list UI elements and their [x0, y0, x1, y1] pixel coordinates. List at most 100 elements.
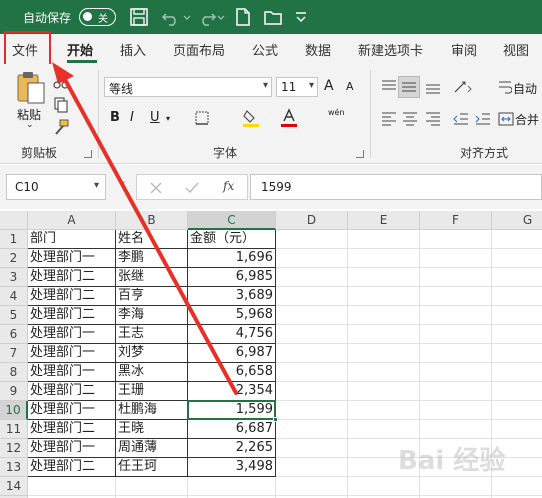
- empty-cell[interactable]: [420, 477, 492, 496]
- table-cell[interactable]: 4,756: [188, 325, 276, 344]
- table-cell[interactable]: 2,354: [188, 382, 276, 401]
- empty-cell[interactable]: [348, 401, 420, 420]
- empty-cell[interactable]: [276, 363, 348, 382]
- empty-cell[interactable]: [276, 439, 348, 458]
- empty-cell[interactable]: [420, 325, 492, 344]
- align-right-icon[interactable]: [424, 110, 442, 128]
- italic-button[interactable]: I: [130, 110, 134, 125]
- empty-cell[interactable]: [276, 401, 348, 420]
- empty-cell[interactable]: [492, 287, 542, 306]
- empty-cell[interactable]: [492, 420, 542, 439]
- row-header-6[interactable]: 6: [0, 325, 28, 344]
- fill-color-icon[interactable]: [242, 108, 260, 128]
- tab-review[interactable]: 审阅: [451, 40, 477, 59]
- paste-dropdown-icon[interactable]: ⌄: [26, 120, 34, 130]
- row-header-2[interactable]: 2: [0, 249, 28, 268]
- name-box[interactable]: C10 ▾: [6, 174, 106, 200]
- empty-cell[interactable]: [492, 325, 542, 344]
- row-header-8[interactable]: 8: [0, 363, 28, 382]
- table-cell[interactable]: 5,968: [188, 306, 276, 325]
- empty-cell[interactable]: [492, 382, 542, 401]
- empty-cell[interactable]: [348, 268, 420, 287]
- format-painter-icon[interactable]: [52, 118, 70, 136]
- table-cell[interactable]: 处理部门一: [28, 439, 116, 458]
- table-cell[interactable]: 6,985: [188, 268, 276, 287]
- merge-center-icon[interactable]: [498, 110, 514, 128]
- table-cell[interactable]: 百亨: [116, 287, 188, 306]
- empty-cell[interactable]: [348, 420, 420, 439]
- column-header-g[interactable]: G: [492, 211, 542, 230]
- align-left-icon[interactable]: [380, 110, 398, 128]
- row-header-5[interactable]: 5: [0, 306, 28, 325]
- empty-cell[interactable]: [348, 325, 420, 344]
- wrap-text-icon[interactable]: [498, 78, 512, 96]
- row-header-3[interactable]: 3: [0, 268, 28, 287]
- column-header-e[interactable]: E: [348, 211, 420, 230]
- empty-cell[interactable]: [492, 401, 542, 420]
- empty-cell[interactable]: [276, 458, 348, 477]
- underline-button[interactable]: U: [150, 110, 160, 125]
- empty-cell[interactable]: [420, 306, 492, 325]
- column-header-b[interactable]: B: [116, 211, 188, 230]
- phonetic-guide-button[interactable]: wén: [328, 108, 345, 117]
- align-center-icon[interactable]: [401, 110, 419, 128]
- row-header-13[interactable]: 13: [0, 458, 28, 477]
- new-file-icon[interactable]: [232, 6, 254, 28]
- table-cell[interactable]: 处理部门二: [28, 306, 116, 325]
- customize-toolbar-icon[interactable]: [290, 6, 312, 28]
- table-cell[interactable]: 处理部门二: [28, 268, 116, 287]
- copy-icon[interactable]: [52, 96, 70, 114]
- empty-cell[interactable]: [492, 363, 542, 382]
- table-cell[interactable]: 3,689: [188, 287, 276, 306]
- decrease-indent-icon[interactable]: [452, 110, 470, 128]
- orientation-icon[interactable]: [452, 78, 474, 96]
- row-header-10[interactable]: 10: [0, 401, 28, 420]
- empty-cell[interactable]: [420, 249, 492, 268]
- empty-cell[interactable]: [492, 268, 542, 287]
- font-name-combo[interactable]: 等线 ▾: [104, 77, 272, 97]
- row-header-9[interactable]: 9: [0, 382, 28, 401]
- empty-cell[interactable]: [348, 363, 420, 382]
- row-header-11[interactable]: 11: [0, 420, 28, 439]
- table-cell[interactable]: 王志: [116, 325, 188, 344]
- empty-cell[interactable]: [420, 382, 492, 401]
- empty-cell[interactable]: [116, 477, 188, 496]
- resize-handle-icon[interactable]: ⋮: [118, 179, 130, 193]
- tab-view[interactable]: 视图: [503, 40, 529, 59]
- table-cell[interactable]: 处理部门一: [28, 363, 116, 382]
- tab-home[interactable]: 开始: [67, 40, 93, 59]
- select-all-corner[interactable]: [0, 211, 28, 230]
- empty-cell[interactable]: [420, 344, 492, 363]
- enter-icon[interactable]: [185, 181, 199, 195]
- shrink-font-button[interactable]: A: [346, 80, 354, 93]
- row-header-14[interactable]: 14: [0, 477, 28, 496]
- empty-cell[interactable]: [420, 420, 492, 439]
- empty-cell[interactable]: [420, 287, 492, 306]
- tab-formulas[interactable]: 公式: [252, 40, 278, 59]
- undo-icon[interactable]: [160, 6, 182, 28]
- empty-cell[interactable]: [276, 420, 348, 439]
- borders-icon[interactable]: [194, 110, 210, 126]
- empty-cell[interactable]: [348, 477, 420, 496]
- table-cell[interactable]: 李鹏: [116, 249, 188, 268]
- tab-insert[interactable]: 插入: [120, 40, 146, 59]
- table-cell[interactable]: 处理部门一: [28, 401, 116, 420]
- empty-cell[interactable]: [276, 268, 348, 287]
- table-cell[interactable]: 黑冰: [116, 363, 188, 382]
- font-launcher-icon[interactable]: [356, 150, 364, 158]
- empty-cell[interactable]: [276, 382, 348, 401]
- font-color-icon[interactable]: [280, 108, 298, 128]
- underline-dropdown-icon[interactable]: ▾: [166, 114, 170, 123]
- empty-cell[interactable]: [492, 477, 542, 496]
- increase-indent-icon[interactable]: [474, 110, 492, 128]
- tab-new-tab[interactable]: 新建选项卡: [358, 40, 423, 59]
- empty-cell[interactable]: [276, 477, 348, 496]
- table-cell[interactable]: 王珊: [116, 382, 188, 401]
- empty-cell[interactable]: [420, 401, 492, 420]
- table-header-cell[interactable]: 金额（元）: [188, 230, 276, 249]
- align-top-icon[interactable]: [380, 78, 398, 96]
- table-cell[interactable]: 处理部门一: [28, 249, 116, 268]
- table-header-cell[interactable]: 部门: [28, 230, 116, 249]
- table-cell[interactable]: 处理部门一: [28, 325, 116, 344]
- empty-cell[interactable]: [348, 230, 420, 249]
